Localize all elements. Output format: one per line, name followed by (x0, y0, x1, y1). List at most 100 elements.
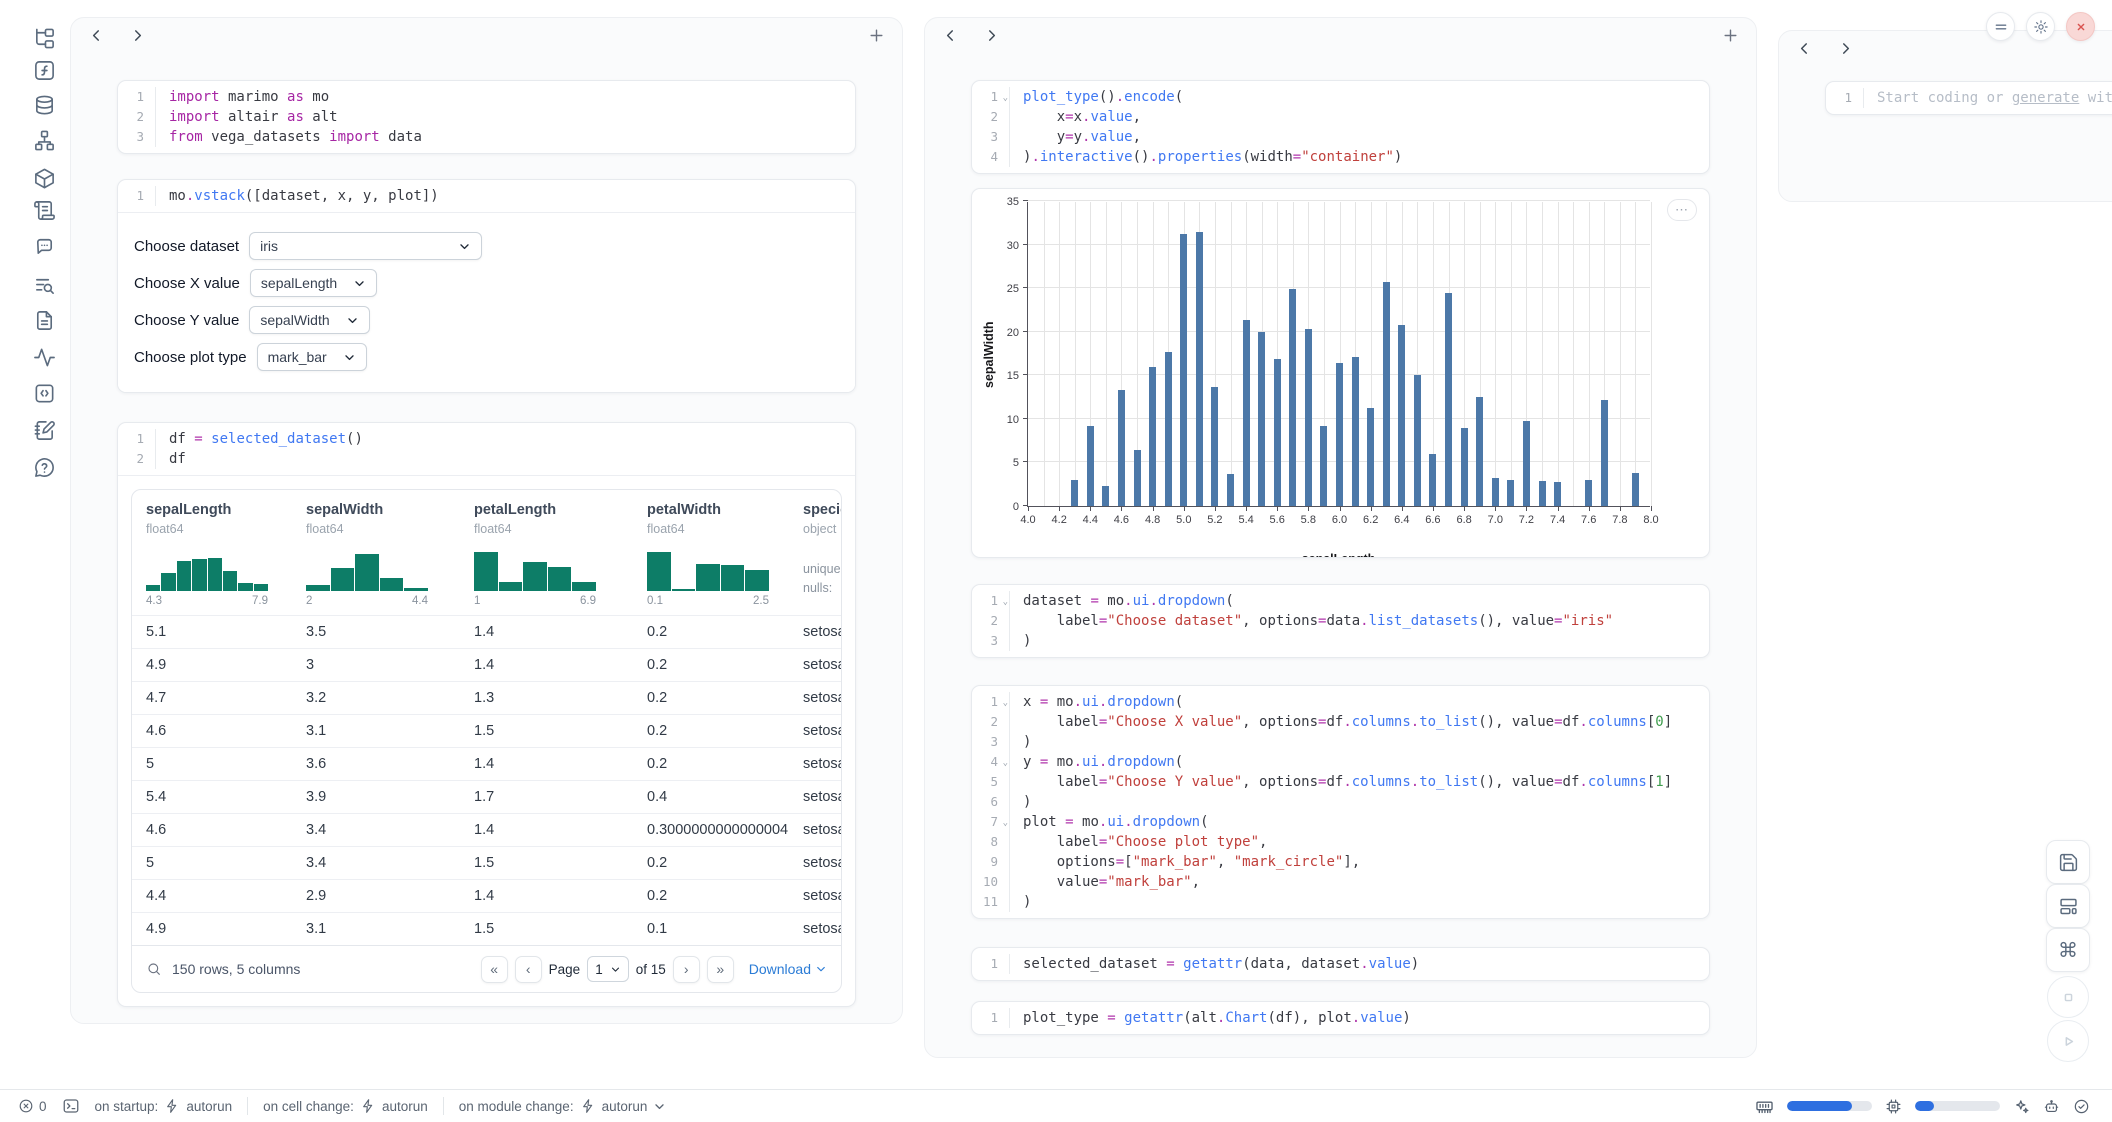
scratchpad-icon[interactable] (33, 419, 56, 442)
dependency-graph-icon[interactable] (33, 129, 56, 152)
packages-icon[interactable] (33, 167, 56, 190)
table-row[interactable]: 4.73.21.30.2setosa (132, 681, 841, 714)
runtime-config-2[interactable]: on module change:autorun (459, 1098, 667, 1114)
code-line[interactable]: 2 label="Choose dataset", options=data.l… (972, 611, 1709, 631)
column-back-button[interactable] (1796, 40, 1813, 57)
function-icon[interactable] (33, 59, 56, 82)
dropdown-select[interactable]: iris (249, 232, 482, 260)
add-cell-button[interactable] (1722, 27, 1739, 44)
search-icon[interactable] (146, 961, 162, 977)
code-line[interactable]: 1selected_dataset = getattr(data, datase… (972, 954, 1709, 974)
chart-menu-button[interactable]: ⋯ (1667, 199, 1697, 221)
save-button[interactable] (2046, 840, 2090, 884)
stop-button[interactable] (2047, 976, 2089, 1018)
table-cell: setosa (801, 789, 841, 805)
code-line[interactable]: 4).interactive().properties(width="conta… (972, 147, 1709, 167)
table-row[interactable]: 5.43.91.70.4setosa (132, 780, 841, 813)
bar-chart[interactable]: 4.04.24.44.64.85.05.25.45.65.86.06.26.46… (1027, 202, 1650, 507)
code-line[interactable]: 1⌄x = mo.ui.dropdown( (972, 692, 1709, 712)
tracing-icon[interactable] (33, 346, 56, 369)
runtime-config-0[interactable]: on startup:autorun (95, 1098, 233, 1114)
scroll-icon[interactable] (33, 199, 56, 222)
code-line[interactable]: 1plot_type = getattr(alt.Chart(df), plot… (972, 1008, 1709, 1028)
next-page-button[interactable]: › (673, 956, 700, 983)
documentation-icon[interactable] (33, 309, 56, 332)
resource-meters (1755, 1097, 2090, 1116)
add-cell-button[interactable] (868, 27, 885, 44)
code-line[interactable]: 2 label="Choose X value", options=df.col… (972, 712, 1709, 732)
table-row[interactable]: 4.63.11.50.2setosa (132, 714, 841, 747)
code-line[interactable]: 10 value="mark_bar", (972, 872, 1709, 892)
dropdown-select[interactable]: mark_bar (257, 343, 367, 371)
column-forward-button[interactable] (1837, 40, 1854, 57)
table-header-cell: petalWidthfloat640.12.5 (633, 490, 801, 615)
last-page-button[interactable]: » (707, 956, 734, 983)
settings-icon (2033, 19, 2049, 35)
code-line[interactable]: 2import altair as alt (118, 107, 855, 127)
file-explorer-icon[interactable] (33, 27, 56, 50)
logs-icon[interactable] (33, 274, 56, 297)
table-row[interactable]: 4.63.41.40.3000000000000004setosa (132, 813, 841, 846)
code-line[interactable]: 5 label="Choose Y value", options=df.col… (972, 772, 1709, 792)
table-row[interactable]: 5.13.51.40.2setosa (132, 615, 841, 648)
download-button[interactable]: Download (749, 961, 827, 977)
column-name[interactable]: petalWidth (647, 502, 801, 518)
code-line[interactable]: 9 options=["mark_bar", "mark_circle"], (972, 852, 1709, 872)
column-histogram (306, 549, 428, 591)
command-button[interactable]: ⌘ (2046, 928, 2090, 972)
close-button[interactable] (2066, 12, 2095, 41)
play-button[interactable] (2047, 1020, 2089, 1062)
terminal-button[interactable] (62, 1097, 80, 1115)
table-row[interactable]: 4.42.91.40.2setosa (132, 879, 841, 912)
column-name[interactable]: sepalLength (146, 502, 292, 518)
column-name[interactable]: petalLength (474, 502, 633, 518)
column-back-button[interactable] (942, 27, 959, 44)
dropdown-select[interactable]: sepalWidth (249, 306, 369, 334)
code-line[interactable]: 1df = selected_dataset() (118, 429, 855, 449)
column-forward-button[interactable] (129, 27, 146, 44)
prev-page-button[interactable]: ‹ (515, 956, 542, 983)
snippets-icon[interactable] (33, 382, 56, 405)
sparkles-icon[interactable] (2013, 1098, 2030, 1115)
settings-button[interactable] (2026, 12, 2055, 41)
code-line[interactable]: 1import marimo as mo (118, 87, 855, 107)
code-line[interactable]: 4⌄y = mo.ui.dropdown( (972, 752, 1709, 772)
table-row[interactable]: 53.41.50.2setosa (132, 846, 841, 879)
code-line[interactable]: 1⌄dataset = mo.ui.dropdown( (972, 591, 1709, 611)
chart-bar (1243, 320, 1250, 507)
menu-button[interactable] (1986, 12, 2015, 41)
code-line[interactable]: 3from vega_datasets import data (118, 127, 855, 147)
page-select[interactable]: 1 (587, 956, 629, 982)
code-line[interactable]: 11) (972, 892, 1709, 912)
code-line[interactable]: 7⌄plot = mo.ui.dropdown( (972, 812, 1709, 832)
table-row[interactable]: 53.61.40.2setosa (132, 747, 841, 780)
column-name[interactable]: sepalWidth (306, 502, 460, 518)
code-line[interactable]: 2df (118, 449, 855, 469)
generate-link[interactable]: generate (2012, 90, 2079, 106)
column-forward-button[interactable] (983, 27, 1000, 44)
chat-icon[interactable] (33, 234, 56, 257)
code-line[interactable]: 2 x=x.value, (972, 107, 1709, 127)
code-line[interactable]: 3) (972, 631, 1709, 651)
layout-button[interactable] (2046, 884, 2090, 928)
datasources-icon[interactable] (33, 94, 56, 117)
dropdown-select[interactable]: sepalLength (250, 269, 377, 297)
first-page-button[interactable]: « (481, 956, 508, 983)
code-line[interactable]: 6) (972, 792, 1709, 812)
help-icon[interactable] (33, 456, 56, 479)
error-count-chip[interactable]: 0 (18, 1098, 47, 1114)
runtime-config-1[interactable]: on cell change:autorun (263, 1098, 428, 1114)
table-row[interactable]: 4.931.40.2setosa (132, 648, 841, 681)
code-line[interactable]: 8 label="Choose plot type", (972, 832, 1709, 852)
column-name[interactable]: species (803, 502, 841, 518)
code-line[interactable]: 3 y=y.value, (972, 127, 1709, 147)
empty-code-cell[interactable]: 1 Start coding or generate with (1825, 81, 2112, 115)
connection-status-icon[interactable] (2073, 1098, 2090, 1115)
table-row[interactable]: 4.93.11.50.1setosa (132, 912, 841, 945)
code-placeholder[interactable]: Start coding or generate with (1864, 88, 2112, 108)
code-line[interactable]: 3) (972, 732, 1709, 752)
column-back-button[interactable] (88, 27, 105, 44)
bot-icon[interactable] (2043, 1098, 2060, 1115)
code-line[interactable]: 1mo.vstack([dataset, x, y, plot]) (118, 186, 855, 206)
code-line[interactable]: 1⌄plot_type().encode( (972, 87, 1709, 107)
